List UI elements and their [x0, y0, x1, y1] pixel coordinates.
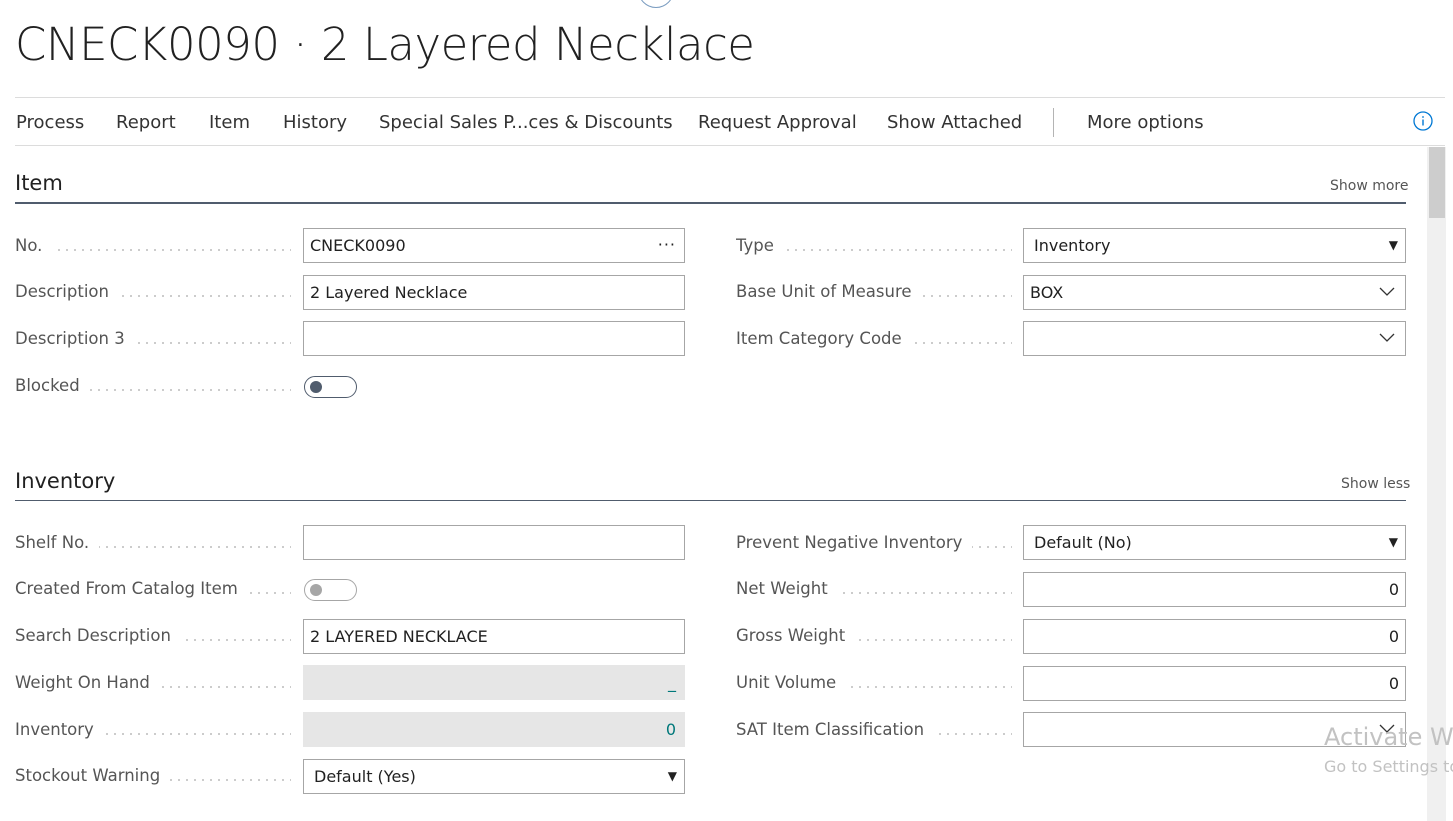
- item-category-code-field[interactable]: [1023, 321, 1406, 356]
- gross-weight-field[interactable]: 0: [1023, 619, 1406, 654]
- search-description-field[interactable]: 2 LAYERED NECKLACE: [303, 619, 685, 654]
- type-select[interactable]: Inventory ▼: [1023, 228, 1406, 263]
- item-section-title: Item: [15, 171, 63, 195]
- shelf-no-field[interactable]: [303, 525, 685, 560]
- action-separator: [1053, 108, 1054, 137]
- show-more-link[interactable]: Show more: [1330, 178, 1409, 194]
- activate-windows-subtext: Go to Settings to: [1324, 757, 1453, 776]
- label-item-category-code: Item Category Code: [736, 329, 1012, 349]
- activate-windows-watermark: Activate Wi: [1324, 723, 1453, 751]
- scrollbar-thumb[interactable]: [1429, 147, 1445, 218]
- label-description-3: Description 3: [15, 329, 291, 349]
- item-section-divider: [15, 202, 1406, 204]
- created-from-catalog-toggle: [304, 579, 357, 601]
- unit-volume-field[interactable]: 0: [1023, 666, 1406, 701]
- action-report[interactable]: Report: [116, 112, 176, 133]
- scrollbar-track[interactable]: [1427, 147, 1446, 821]
- action-history[interactable]: History: [283, 112, 347, 133]
- inventory-section-divider: [15, 500, 1406, 501]
- prevent-negative-inventory-select[interactable]: Default (No) ▼: [1023, 525, 1406, 560]
- label-inventory: Inventory: [15, 720, 291, 740]
- show-less-link[interactable]: Show less: [1341, 476, 1410, 492]
- description-3-field[interactable]: [303, 321, 685, 356]
- description-field[interactable]: 2 Layered Necklace: [303, 275, 685, 310]
- label-type: Type: [736, 236, 1012, 256]
- toggle-knob: [310, 381, 322, 393]
- dropdown-caret-icon: ▼: [667, 769, 677, 783]
- weight-on-hand-value: _: [303, 665, 685, 700]
- chevron-down-icon[interactable]: [1379, 333, 1395, 343]
- label-shelf-no: Shelf No.: [15, 533, 291, 553]
- action-show-attached[interactable]: Show Attached: [887, 112, 1022, 133]
- net-weight-field[interactable]: 0: [1023, 572, 1406, 607]
- action-item[interactable]: Item: [209, 112, 250, 133]
- label-description: Description: [15, 282, 291, 302]
- stockout-warning-select[interactable]: Default (Yes) ▼: [303, 759, 685, 794]
- action-bar: Process Report Item History Special Sale…: [15, 97, 1445, 146]
- page-title: CNECK0090 · 2 Layered Necklace: [15, 18, 755, 71]
- action-more-options[interactable]: More options: [1087, 112, 1204, 133]
- label-stockout-warning: Stockout Warning: [15, 766, 291, 786]
- chevron-down-icon[interactable]: [1379, 287, 1395, 297]
- label-blocked: Blocked: [15, 376, 291, 396]
- dropdown-caret-icon: ▼: [1388, 238, 1398, 252]
- label-base-unit-of-measure: Base Unit of Measure: [736, 282, 1012, 302]
- base-unit-of-measure-field[interactable]: BOX: [1023, 275, 1406, 310]
- inventory-value[interactable]: 0: [303, 712, 685, 747]
- toggle-knob: [310, 584, 322, 596]
- dropdown-caret-icon: ▼: [1388, 535, 1398, 549]
- action-request-approval[interactable]: Request Approval: [698, 112, 857, 133]
- label-created-from-catalog-item: Created From Catalog Item: [15, 579, 291, 599]
- label-search-description: Search Description: [15, 626, 291, 646]
- top-circle-icon: [638, 0, 674, 8]
- label-unit-volume: Unit Volume: [736, 673, 1012, 693]
- label-gross-weight: Gross Weight: [736, 626, 1012, 646]
- info-icon[interactable]: [1413, 111, 1433, 135]
- action-special-sales-prices[interactable]: Special Sales P...ces & Discounts: [379, 112, 673, 133]
- action-process[interactable]: Process: [16, 112, 84, 133]
- label-no: No.: [15, 236, 291, 256]
- lookup-ellipsis-icon[interactable]: ···: [658, 228, 676, 261]
- label-prevent-negative-inventory: Prevent Negative Inventory: [736, 533, 1012, 553]
- no-field[interactable]: CNECK0090 ···: [303, 228, 685, 263]
- inventory-section-title: Inventory: [15, 469, 116, 493]
- label-sat-item-classification: SAT Item Classification: [736, 720, 1012, 740]
- label-weight-on-hand: Weight On Hand: [15, 673, 291, 693]
- label-net-weight: Net Weight: [736, 579, 1012, 599]
- blocked-toggle[interactable]: [304, 376, 357, 398]
